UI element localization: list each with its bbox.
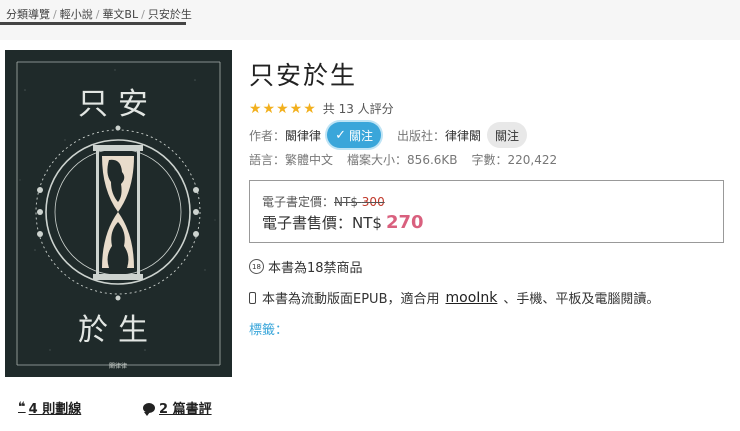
original-price-number: 300 — [361, 195, 385, 209]
top-bar: 分類導覽 / 輕小說 / 華文BL / 只安於生 — [0, 0, 740, 40]
publisher-label: 出版社： — [397, 128, 446, 143]
rating[interactable]: ★★★★★ 共 13 人評分 — [249, 100, 394, 117]
wordcount-label: 字數： — [471, 153, 508, 167]
star-rating-icon: ★★★★★ — [249, 100, 317, 117]
original-price-label: 電子書定價： — [262, 195, 335, 209]
follow-author-label: 關注 — [348, 128, 373, 143]
author-name[interactable]: 闞律律 — [285, 127, 321, 144]
check-icon: ✓ — [335, 127, 346, 143]
breadcrumb-current: 只安於生 — [147, 8, 192, 21]
follow-author-button[interactable]: ✓ 關注 — [327, 122, 382, 148]
highlights-label: 4 則劃線 — [28, 402, 82, 417]
breadcrumb: 分類導覽 / 輕小說 / 華文BL / 只安於生 — [6, 6, 192, 22]
tags-label: 標籤： — [249, 323, 289, 338]
cover-author: 闞律律 — [109, 362, 127, 370]
epub-notice: 本書為流動版面EPUB，適合用 mooInk 、手機、平板及電腦閱讀。 — [249, 288, 659, 307]
epub-text-1: 本書為流動版面EPUB，適合用 — [262, 292, 440, 307]
language-value: 繁體中文 — [285, 153, 334, 167]
sale-price-number: 270 — [385, 212, 424, 233]
follow-publisher-button[interactable]: 關注 — [487, 122, 528, 148]
sale-price: 電子書售價：NT$ 270 — [262, 212, 424, 233]
sale-price-currency: NT$ — [352, 214, 382, 232]
wordcount-value: 220,422 — [507, 152, 558, 167]
price-box: 電子書定價：NT$ 300 電子書售價：NT$ 270 — [249, 180, 724, 243]
original-price-currency: NT$ — [334, 195, 358, 209]
book-title: 只安於生 — [249, 61, 358, 90]
mooink-link[interactable]: mooInk — [446, 290, 498, 306]
filesize-label: 檔案大小： — [347, 153, 408, 167]
quote-icon: ❝ — [18, 400, 26, 415]
author-row: 作者： 闞律律 ✓ 關注 出版社： 律律闞 關注 — [249, 122, 528, 148]
breadcrumb-separator: / — [95, 8, 100, 21]
comment-icon — [143, 402, 155, 416]
book-cover[interactable]: 只安 於生 闞律律 — [5, 50, 232, 377]
filesize-value: 856.6KB — [407, 152, 458, 167]
publisher-name[interactable]: 律律闞 — [445, 127, 481, 144]
epub-text-2: 、手機、平板及電腦閱讀。 — [503, 292, 660, 307]
highlights-link[interactable]: ❝ 4 則劃線 — [18, 398, 81, 417]
adult-notice: 18 本書為18禁商品 — [249, 257, 363, 276]
original-price-value: NT$ 300 — [334, 195, 385, 209]
sale-price-label: 電子書售價： — [262, 214, 353, 232]
breadcrumb-bl[interactable]: 華文BL — [102, 6, 138, 22]
info-row: 語言： 繁體中文 檔案大小： 856.6KB 字數： 220,422 — [249, 151, 557, 168]
cover-title-top: 只安 — [78, 87, 158, 122]
author-label: 作者： — [249, 128, 286, 143]
reviews-link[interactable]: 2 篇書評 — [143, 398, 212, 417]
rating-count: 共 13 人評分 — [322, 102, 394, 116]
reviews-label: 2 篇書評 — [159, 402, 212, 417]
breadcrumb-separator: / — [53, 8, 57, 21]
phone-icon — [249, 291, 256, 304]
breadcrumb-underline — [0, 22, 186, 25]
breadcrumb-category[interactable]: 分類導覽 — [6, 6, 50, 22]
language-label: 語言： — [249, 153, 286, 167]
breadcrumb-separator: / — [141, 8, 145, 21]
18-badge-icon: 18 — [249, 259, 264, 274]
adult-text: 本書為18禁商品 — [268, 261, 363, 276]
breadcrumb-light-novel[interactable]: 輕小說 — [60, 6, 93, 22]
original-price: 電子書定價：NT$ 300 — [262, 193, 385, 210]
cover-title-bottom: 於生 — [78, 313, 158, 348]
